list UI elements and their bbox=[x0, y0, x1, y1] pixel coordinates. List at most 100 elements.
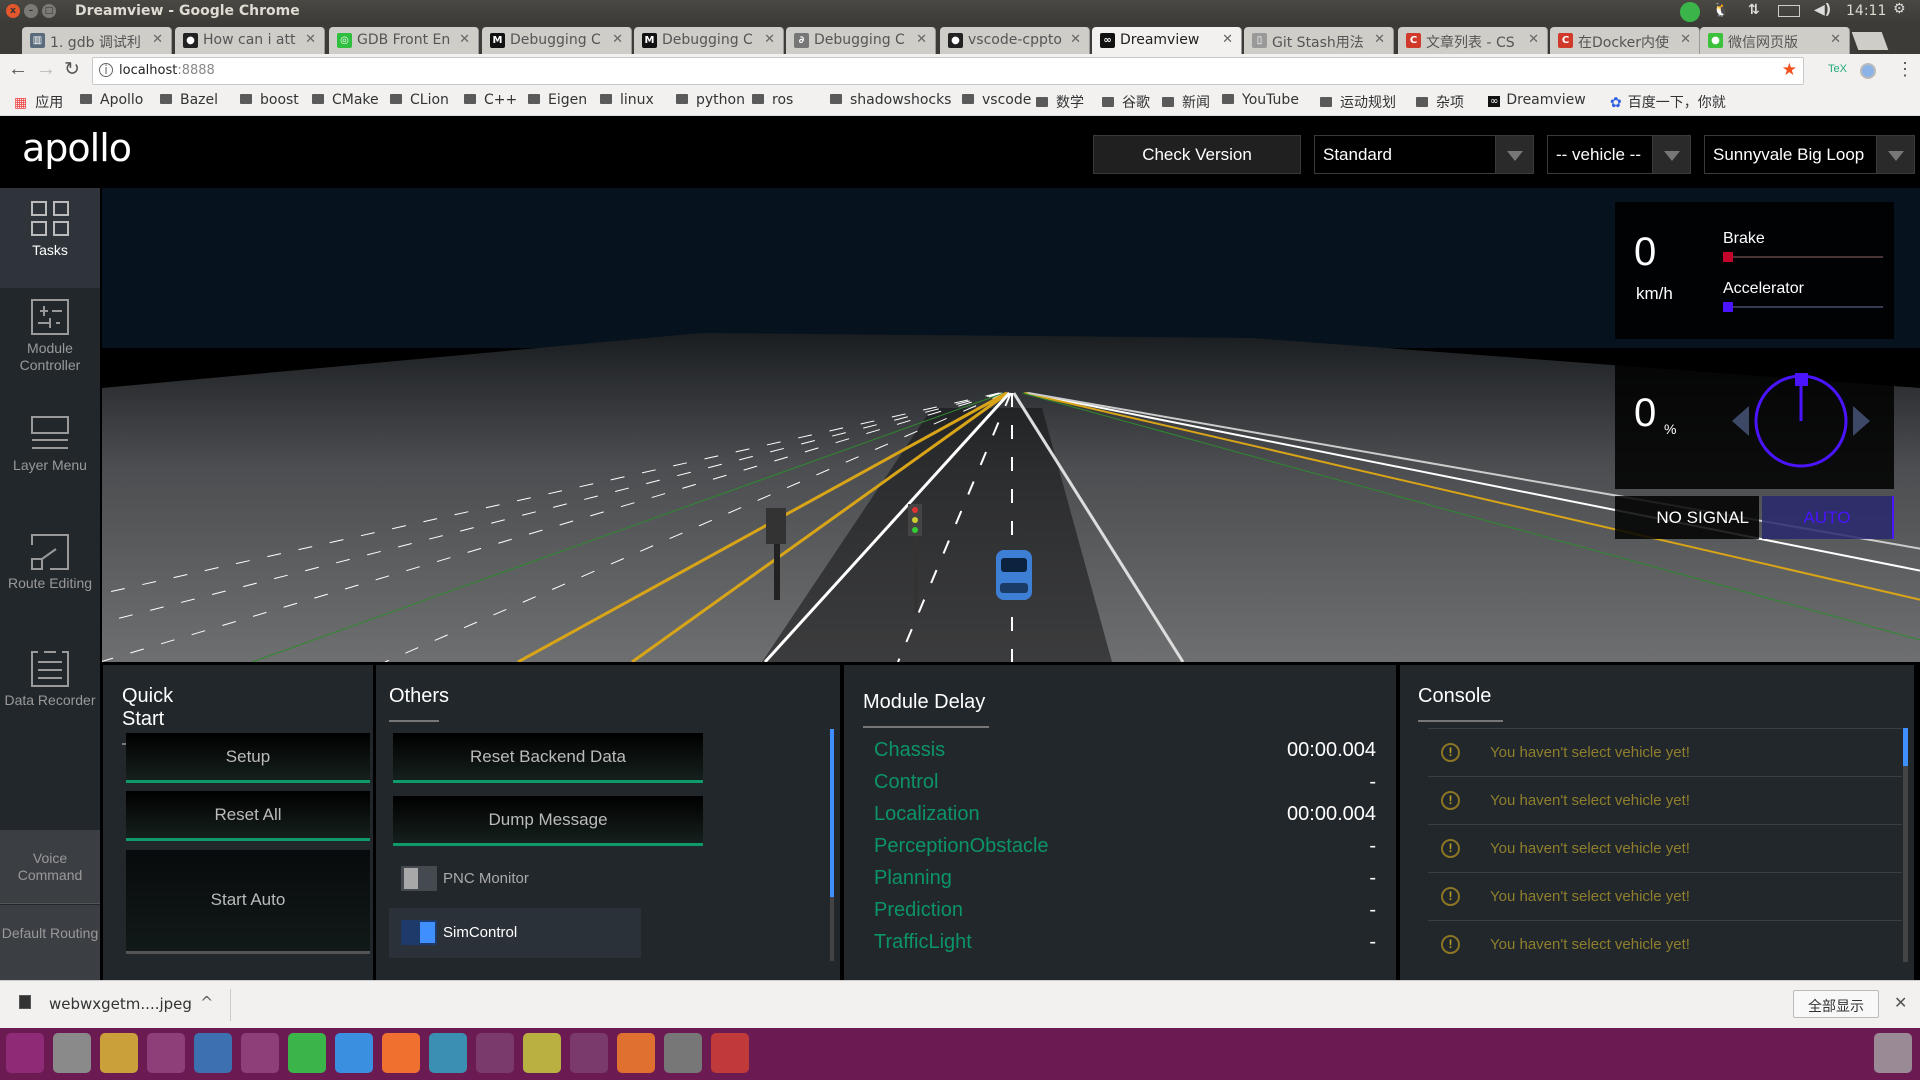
reset-backend-data-button[interactable]: Reset Backend Data bbox=[393, 733, 703, 783]
rhythmbox-icon[interactable] bbox=[523, 1033, 561, 1073]
bookmark-item[interactable]: linux bbox=[600, 92, 654, 108]
close-tab-icon[interactable]: ✕ bbox=[612, 32, 623, 47]
sidebar-item-route-editing[interactable]: Route Editing bbox=[0, 533, 100, 592]
ip-messenger-icon[interactable] bbox=[429, 1033, 467, 1073]
mode-select[interactable]: Standard bbox=[1314, 135, 1534, 174]
forward-icon[interactable]: → bbox=[36, 58, 56, 81]
bookmark-item[interactable]: 运动规划 bbox=[1320, 92, 1396, 112]
system-settings-icon[interactable] bbox=[570, 1033, 608, 1073]
minimize-window-icon[interactable]: – bbox=[24, 4, 38, 18]
battery-icon[interactable] bbox=[1778, 5, 1800, 17]
bookmark-item[interactable]: boost bbox=[240, 92, 299, 108]
browser-tab[interactable]: ∞ Dreamview ✕ bbox=[1092, 27, 1242, 54]
ubuntu-dash-icon[interactable] bbox=[6, 1033, 44, 1073]
setup-button[interactable]: Setup bbox=[126, 733, 370, 783]
bookmark-item[interactable]: 谷歌 bbox=[1102, 92, 1150, 112]
sidebar-item-tasks[interactable]: Tasks bbox=[0, 188, 100, 288]
bookmark-star-icon[interactable]: ★ bbox=[1782, 60, 1797, 80]
chevron-up-icon[interactable]: ^ bbox=[200, 993, 213, 1012]
download-file[interactable]: webwxgetm....jpeg bbox=[49, 995, 192, 1013]
sidebar-item-layer-menu[interactable]: Layer Menu bbox=[0, 415, 100, 474]
close-tab-icon[interactable]: ✕ bbox=[459, 32, 470, 47]
browser-tab[interactable]: ◎ GDB Front En ✕ bbox=[329, 27, 479, 54]
bookmark-item[interactable]: Bazel bbox=[160, 92, 218, 108]
dump-message-button[interactable]: Dump Message bbox=[393, 796, 703, 846]
close-tab-icon[interactable]: ✕ bbox=[1374, 32, 1385, 47]
default-routing-button[interactable]: Default Routing bbox=[0, 905, 100, 980]
simcontrol-toggle[interactable]: SimControl bbox=[389, 908, 641, 958]
qq-tray-icon[interactable]: 🐧 bbox=[1712, 2, 1729, 18]
tex-extension-icon[interactable]: TeX bbox=[1828, 63, 1847, 75]
bookmark-item[interactable]: 杂项 bbox=[1416, 92, 1464, 112]
new-tab-button[interactable] bbox=[1851, 32, 1889, 50]
voice-command-button[interactable]: Voice Command bbox=[0, 830, 100, 904]
start-auto-button[interactable]: Start Auto bbox=[126, 850, 370, 954]
close-tab-icon[interactable]: ✕ bbox=[1680, 32, 1691, 47]
scrollbar[interactable] bbox=[830, 729, 834, 961]
gitg-icon[interactable] bbox=[476, 1033, 514, 1073]
scene-3d-view[interactable]: 0 km/h Brake Accelerator 0 % NO SIGNAL A… bbox=[102, 188, 1920, 662]
close-tab-icon[interactable]: ✕ bbox=[1830, 32, 1841, 47]
trash-icon[interactable] bbox=[1874, 1033, 1912, 1073]
reload-icon[interactable]: ↻ bbox=[64, 58, 80, 81]
bookmark-item[interactable]: ros bbox=[752, 92, 793, 108]
reset-all-button[interactable]: Reset All bbox=[126, 791, 370, 841]
pdf-viewer-icon[interactable] bbox=[711, 1033, 749, 1073]
bookmark-item[interactable]: vscode bbox=[962, 92, 1031, 108]
bookmark-item[interactable]: CMake bbox=[312, 92, 379, 108]
close-download-bar-icon[interactable]: ✕ bbox=[1894, 993, 1907, 1012]
sidebar-item-module-controller[interactable]: Module Controller bbox=[0, 298, 100, 374]
browser-tab[interactable]: C 文章列表 - CS ✕ bbox=[1398, 27, 1548, 54]
vscode-icon[interactable] bbox=[194, 1033, 232, 1073]
browser-tab[interactable]: ∂ Debugging C ✕ bbox=[786, 27, 936, 54]
bookmark-item[interactable]: C++ bbox=[464, 92, 517, 108]
vehicle-select[interactable]: -- vehicle -- bbox=[1547, 135, 1691, 174]
bookmark-item[interactable]: shadowshocks bbox=[830, 92, 951, 108]
close-tab-icon[interactable]: ✕ bbox=[916, 32, 927, 47]
bookmark-item[interactable]: CLion bbox=[390, 92, 449, 108]
bookmark-item[interactable]: 新闻 bbox=[1162, 92, 1210, 112]
browser-tab[interactable]: ▯ Git Stash用法 ✕ bbox=[1244, 27, 1394, 54]
bookmark-item[interactable]: ✿ 百度一下，你就 bbox=[1610, 92, 1726, 112]
scrollbar[interactable] bbox=[1903, 728, 1908, 962]
bookmark-item[interactable]: Eigen bbox=[528, 92, 587, 108]
telegram-tray-icon[interactable] bbox=[1680, 2, 1700, 22]
menu-icon[interactable]: ⋮ bbox=[1896, 59, 1914, 80]
close-tab-icon[interactable]: ✕ bbox=[1070, 32, 1081, 47]
telegram-icon[interactable] bbox=[288, 1033, 326, 1073]
bookmark-item[interactable]: ▦ 应用 bbox=[14, 92, 63, 112]
toggle-switch[interactable] bbox=[401, 920, 437, 945]
firefox-icon[interactable] bbox=[147, 1033, 185, 1073]
chrome-icon[interactable] bbox=[100, 1033, 138, 1073]
browser-tab[interactable]: ▥ 1. gdb 调试利 ✕ bbox=[22, 27, 172, 54]
toggle-switch[interactable] bbox=[401, 866, 437, 891]
terminal-icon[interactable] bbox=[664, 1033, 702, 1073]
close-tab-icon[interactable]: ✕ bbox=[1222, 32, 1233, 47]
bookmark-item[interactable]: Apollo bbox=[80, 92, 143, 108]
url-input[interactable]: i localhost:8888 ★ bbox=[92, 57, 1804, 85]
show-all-button[interactable]: 全部显示 bbox=[1793, 990, 1879, 1018]
wps-writer-icon[interactable] bbox=[335, 1033, 373, 1073]
map-select[interactable]: Sunnyvale Big Loop bbox=[1704, 135, 1915, 174]
check-version-button[interactable]: Check Version bbox=[1093, 135, 1301, 174]
pnc-monitor-toggle[interactable]: PNC Monitor bbox=[401, 864, 701, 892]
close-window-icon[interactable]: x bbox=[6, 4, 20, 18]
back-icon[interactable]: ← bbox=[8, 58, 28, 81]
info-icon[interactable]: i bbox=[99, 63, 113, 77]
browser-tab[interactable]: M Debugging C ✕ bbox=[482, 27, 632, 54]
wps-presentation-icon[interactable] bbox=[382, 1033, 420, 1073]
bookmark-item[interactable]: 数学 bbox=[1036, 92, 1084, 112]
close-tab-icon[interactable]: ✕ bbox=[1528, 32, 1539, 47]
bookmark-item[interactable]: ∞ Dreamview bbox=[1488, 92, 1586, 108]
bookmark-item[interactable]: python bbox=[676, 92, 745, 108]
network-icon[interactable]: ⇅ bbox=[1748, 2, 1760, 18]
browser-tab[interactable]: ● 微信网页版 ✕ bbox=[1700, 27, 1850, 54]
bookmark-item[interactable]: YouTube bbox=[1222, 92, 1299, 108]
close-tab-icon[interactable]: ✕ bbox=[152, 32, 163, 47]
clock[interactable]: 14:11 bbox=[1846, 3, 1886, 19]
maximize-window-icon[interactable]: □ bbox=[42, 4, 56, 18]
browser-tab[interactable]: C 在Docker内使 ✕ bbox=[1550, 27, 1700, 54]
software-center-icon[interactable] bbox=[617, 1033, 655, 1073]
extension-icon[interactable] bbox=[1860, 63, 1876, 79]
settings-gear-icon[interactable]: ⚙ bbox=[1893, 1, 1906, 17]
